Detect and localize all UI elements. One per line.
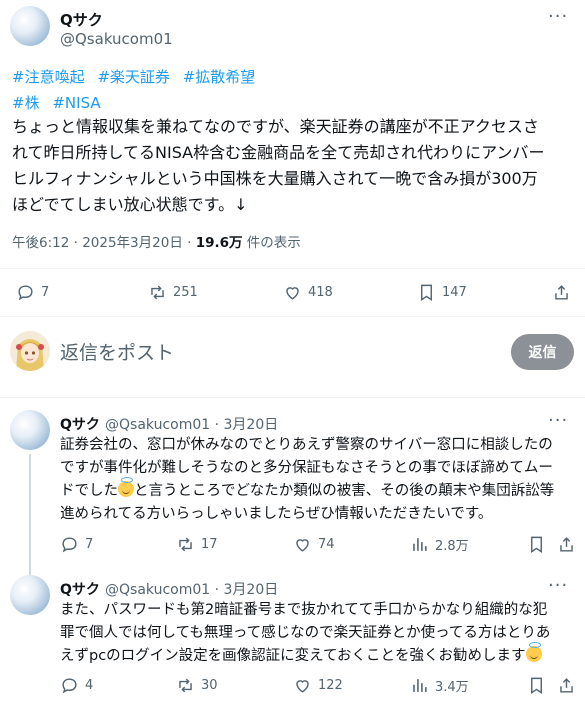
heart-icon xyxy=(296,680,309,693)
share-action[interactable] xyxy=(552,283,571,302)
reply-count: 7 xyxy=(41,285,50,300)
reply-author-avatar[interactable] xyxy=(10,575,50,615)
like-action[interactable]: 418 xyxy=(283,283,333,302)
divider xyxy=(0,397,585,398)
reply-header: Qサク @Qsakucom01 · 3月20日 xyxy=(60,414,278,434)
reply-text-line: また、パスワードも第2暗証番号まで抜かれてて手口からかなり組織的な犯 xyxy=(60,602,548,618)
hashtag-link[interactable]: #注意喚起 xyxy=(12,68,85,86)
reply-header: Qサク @Qsakucom01 · 3月20日 xyxy=(60,579,278,599)
reply-input[interactable]: 返信をポスト xyxy=(60,338,174,365)
views-count: 3.4万 xyxy=(435,680,469,695)
repost-icon xyxy=(151,285,164,300)
reply-text: 証券会社の、窓口が休みなのでとりあえず警察のサイバー窓口に相談したの ですが事件… xyxy=(60,434,575,526)
more-options-button[interactable]: ··· xyxy=(548,6,568,27)
reply-handle-date[interactable]: @Qsakucom01 · 3月20日 xyxy=(105,582,278,598)
reply-action[interactable]: 4 xyxy=(60,676,93,695)
reply-display-name[interactable]: Qサク xyxy=(60,582,100,598)
reply-text-segment: と言うところでどなたか類似の被害、その後の顛末や集団訴訟等 xyxy=(134,483,555,499)
hashtag-link[interactable]: #楽天証券 xyxy=(97,68,170,86)
share-action[interactable] xyxy=(557,535,576,554)
author-handle[interactable]: @Qsakucom01 xyxy=(60,30,173,48)
divider xyxy=(0,316,585,317)
reply-icon xyxy=(62,537,77,553)
reply-text-line: ですが事件化が難しそうなのと多分保証もなさそうとの事でほぼ諦めてムー xyxy=(60,460,553,476)
views-action[interactable]: 3.4万 xyxy=(410,676,469,695)
tweet-meta: 午後6:12 · 2025年3月20日 · 19.6万 件の表示 xyxy=(12,231,301,251)
divider xyxy=(0,268,585,269)
smiling-face-with-halo-icon xyxy=(525,642,542,662)
hashtag-link[interactable]: #株 xyxy=(12,94,40,112)
repost-icon xyxy=(179,537,192,552)
reply-text-line: 進められてる方いらっしゃいましたらぜひ情報いただきたいです。 xyxy=(60,506,493,522)
reply-text-line: ドでした と言うところでどなたか類似の被害、その後の顛末や集団訴訟等 xyxy=(60,477,575,503)
repost-action[interactable]: 30 xyxy=(176,676,218,695)
repost-icon xyxy=(179,678,192,693)
share-icon xyxy=(555,285,568,300)
reply-count: 4 xyxy=(85,678,94,693)
tweet-timestamp[interactable]: 午後6:12 · 2025年3月20日 · xyxy=(12,235,196,251)
hashtags-line-1: #注意喚起 #楽天証券 #拡散希望 xyxy=(12,66,263,87)
avatar-illustration xyxy=(10,331,50,371)
thread-connector xyxy=(29,454,31,576)
repost-count: 251 xyxy=(173,285,198,300)
reply-text-segment: えずpcのログイン設定を画像認証に変えておくことを強くお勧めします xyxy=(60,648,526,664)
author-display-name[interactable]: Qサク xyxy=(60,9,103,30)
bookmark-count: 147 xyxy=(442,285,467,300)
smiling-face-with-halo-icon xyxy=(118,477,134,497)
current-user-avatar[interactable] xyxy=(10,331,50,371)
reply-text-line: 証券会社の、窓口が休みなのでとりあえず警察のサイバー窓口に相談したの xyxy=(60,437,553,453)
repost-count: 17 xyxy=(201,537,218,552)
heart-icon xyxy=(286,287,299,300)
reply-count: 7 xyxy=(85,537,94,552)
views-count: 2.8万 xyxy=(435,539,469,554)
analytics-icon xyxy=(413,679,427,692)
reply-icon xyxy=(18,285,33,301)
view-label: 件の表示 xyxy=(242,235,301,251)
reply-icon xyxy=(62,678,77,694)
reply-text: また、パスワードも第2暗証番号まで抜かれてて手口からかなり組織的な犯 罪で個人で… xyxy=(60,599,575,668)
reply-text-segment: ドでした xyxy=(60,483,118,499)
tweet-text-line: れて昨日所持してるNISA枠含む金融商品を全て売却され代わりにアンバー xyxy=(12,143,545,162)
repost-action[interactable]: 17 xyxy=(176,535,218,554)
hashtag-link[interactable]: #NISA xyxy=(52,94,100,112)
analytics-icon xyxy=(413,538,427,551)
more-options-button[interactable]: ··· xyxy=(548,410,568,431)
bookmark-action[interactable]: 147 xyxy=(417,283,467,302)
like-count: 74 xyxy=(318,537,335,552)
hashtags-line-2: #株 #NISA xyxy=(12,92,109,113)
bookmark-icon xyxy=(421,284,432,301)
tweet-text-line: ほどでてしまい放心状態です。↓ xyxy=(12,195,248,214)
tweet-text-line: ヒルフィナンシャルという中国株を大量購入されて一晩で含み損が300万 xyxy=(12,169,538,188)
bookmark-action[interactable] xyxy=(527,676,546,695)
reply-action[interactable]: 7 xyxy=(60,535,93,554)
like-count: 122 xyxy=(318,678,343,693)
repost-count: 30 xyxy=(201,678,218,693)
hashtag-link[interactable]: #拡散希望 xyxy=(183,68,256,86)
share-action[interactable] xyxy=(557,676,576,695)
reply-text-line: えずpcのログイン設定を画像認証に変えておくことを強くお勧めします xyxy=(60,642,575,668)
more-options-button[interactable]: ··· xyxy=(548,575,568,596)
repost-action[interactable]: 251 xyxy=(148,283,198,302)
like-count: 418 xyxy=(308,285,333,300)
like-action[interactable]: 74 xyxy=(293,535,335,554)
bookmark-icon xyxy=(531,536,542,553)
share-icon xyxy=(560,537,573,552)
bookmark-icon xyxy=(531,677,542,694)
views-action[interactable]: 2.8万 xyxy=(410,535,469,554)
reply-action[interactable]: 7 xyxy=(16,283,49,302)
view-count: 19.6万 xyxy=(195,235,243,251)
reply-button[interactable]: 返信 xyxy=(511,334,574,370)
like-action[interactable]: 122 xyxy=(293,676,343,695)
author-avatar[interactable] xyxy=(10,6,50,46)
tweet-text: ちょっと情報収集を兼ねてなのですが、楽天証券の講座が不正アクセスさ れて昨日所持… xyxy=(12,114,572,218)
bookmark-action[interactable] xyxy=(527,535,546,554)
share-icon xyxy=(560,678,573,693)
reply-text-line: 罪で個人では何しても無理って感じなので楽天証券とか使ってる方はとりあ xyxy=(60,625,551,641)
reply-handle-date[interactable]: @Qsakucom01 · 3月20日 xyxy=(105,417,278,433)
heart-icon xyxy=(296,539,309,552)
reply-author-avatar[interactable] xyxy=(10,410,50,450)
reply-display-name[interactable]: Qサク xyxy=(60,417,100,433)
tweet-text-line: ちょっと情報収集を兼ねてなのですが、楽天証券の講座が不正アクセスさ xyxy=(12,117,539,136)
